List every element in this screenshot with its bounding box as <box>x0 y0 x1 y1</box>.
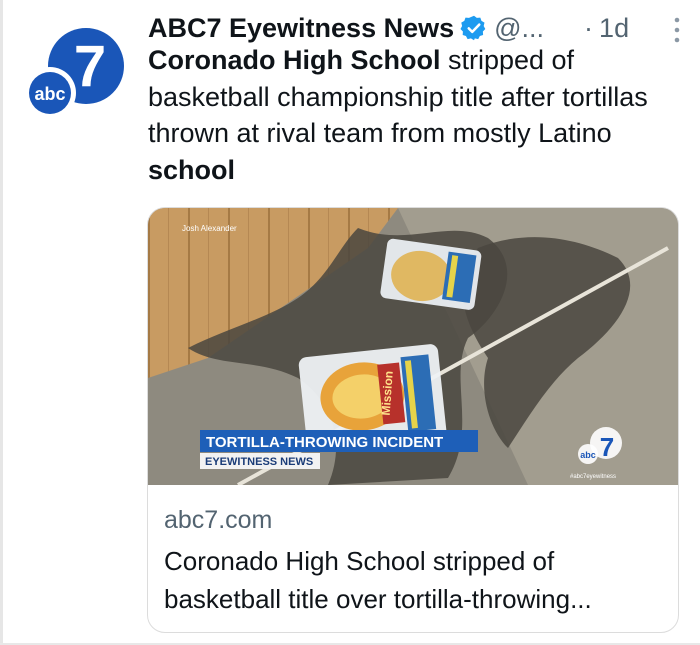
card-title[interactable]: Coronado High School stripped of basketb… <box>164 542 664 618</box>
avatar-logo-text: abc <box>34 84 65 104</box>
card-image[interactable]: Mission Josh Alexander TORTILLA-THROWING… <box>148 208 678 485</box>
lower-third-headline: TORTILLA-THROWING INCIDENT <box>206 434 443 451</box>
card-domain[interactable]: abc7.com <box>164 506 272 535</box>
author-name[interactable]: ABC7 Eyewitness News <box>148 13 454 44</box>
tweet-text-run-bold: school <box>148 154 236 185</box>
avatar-logo-number: 7 <box>74 34 106 99</box>
author-handle[interactable]: @... <box>494 13 544 44</box>
link-preview-card[interactable]: Mission Josh Alexander TORTILLA-THROWING… <box>147 207 679 633</box>
watermark-number: 7 <box>600 432 614 462</box>
watermark-handle: #abc7eyewitness <box>570 474 616 480</box>
verified-badge-icon <box>460 15 486 41</box>
tweet-text-run-bold: Coronado High School <box>148 45 441 75</box>
separator-dot: · <box>584 12 594 43</box>
tweet-text: Coronado High School stripped of basketb… <box>148 42 688 188</box>
left-divider <box>0 0 3 645</box>
lower-third-sub: EYEWITNESS NEWS <box>205 456 313 468</box>
author-avatar[interactable]: abc 7 <box>20 20 128 128</box>
watermark-logo: abc <box>580 450 596 460</box>
image-credit: Josh Alexander <box>182 224 237 233</box>
more-options-icon[interactable] <box>672 16 682 44</box>
tweet-timestamp[interactable]: 1d <box>599 13 629 44</box>
